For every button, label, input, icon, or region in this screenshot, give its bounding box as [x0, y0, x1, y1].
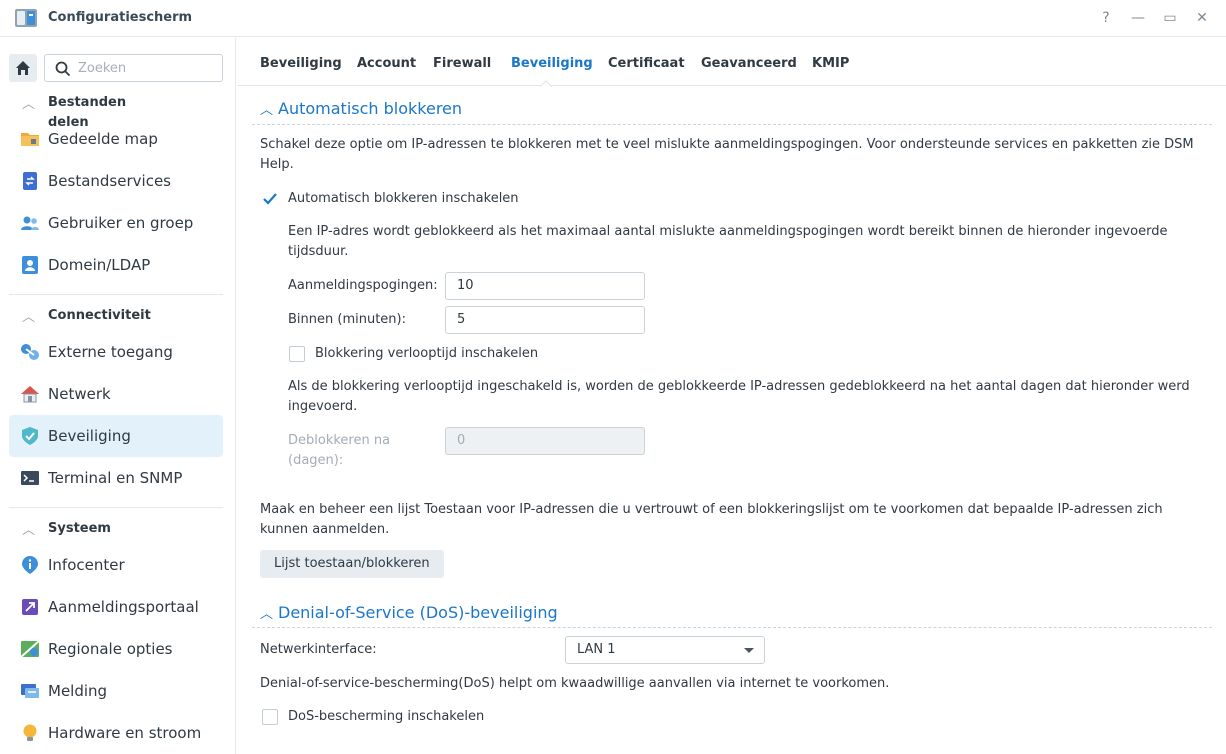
tab-kmip[interactable]: KMIP [812, 56, 849, 71]
close-icon[interactable]: ✕ [1192, 8, 1212, 28]
auto-block-checkbox[interactable] [262, 191, 278, 207]
network-interface-select[interactable]: LAN 1 [565, 636, 765, 664]
sidebar-item-shared-folder[interactable]: Gedeelde map [9, 118, 223, 160]
sidebar-item-notification[interactable]: Melding [9, 670, 223, 712]
home-button[interactable] [9, 54, 37, 82]
allow-block-list-description: Maak en beheer een lijst Toestaan voor I… [260, 502, 1163, 537]
sidebar-divider [9, 294, 223, 295]
sidebar-item-security[interactable]: Beveiliging [9, 415, 223, 457]
allow-block-list-button[interactable]: Lijst toestaan/blokkeren [260, 550, 444, 578]
sidebar-item-hardware-power[interactable]: Hardware en stroom [9, 712, 223, 754]
sidebar-item-domain-ldap[interactable]: Domein/LDAP [9, 244, 223, 286]
attempts-label: Aanmeldingspogingen: [288, 278, 438, 293]
external-access-icon [21, 344, 39, 360]
search-icon [55, 61, 71, 77]
chevron-up-icon: ︿ [22, 97, 36, 112]
chevron-up-icon: ︿ [22, 310, 36, 325]
regional-options-icon [20, 640, 40, 658]
within-minutes-field[interactable]: 5 [445, 306, 645, 334]
shield-icon [22, 427, 38, 445]
notification-icon [21, 684, 39, 698]
active-tab-caret [540, 80, 552, 87]
section-header-system[interactable]: ︿ Systeem [22, 519, 111, 538]
expire-checkbox[interactable] [289, 346, 305, 362]
tab-certificate[interactable]: Certificaat [608, 56, 685, 71]
chevron-up-icon: ︿ [260, 607, 274, 622]
network-interface-label: Netwerkinterface: [260, 642, 377, 657]
title-bar: Configuratiescherm ? — ▭ ✕ [0, 0, 1226, 37]
main-content: Beveiliging Account Firewall Beveiliging… [237, 38, 1226, 754]
search-input[interactable]: Zoeken [44, 54, 223, 82]
group-header-auto-block[interactable]: ︿ Automatisch blokkeren [260, 99, 462, 118]
sidebar-item-terminal-snmp[interactable]: Terminal en SNMP [9, 457, 223, 499]
lightbulb-icon [23, 724, 37, 741]
terminal-icon [21, 471, 39, 485]
search-placeholder: Zoeken [78, 61, 127, 76]
minimize-icon[interactable]: — [1128, 8, 1148, 28]
group-header-dos[interactable]: ︿ Denial-of-Service (DoS)-beveiliging [260, 603, 558, 622]
sidebar-item-external-access[interactable]: Externe toegang [9, 331, 223, 373]
tab-advanced[interactable]: Geavanceerd [701, 56, 797, 71]
sidebar-item-login-portal[interactable]: Aanmeldingsportaal [9, 586, 223, 628]
sidebar-item-infocenter[interactable]: Infocenter [9, 544, 223, 586]
attempts-field[interactable]: 10 [445, 272, 645, 300]
domain-icon [22, 256, 38, 274]
group-divider [252, 124, 1212, 125]
maximize-icon[interactable]: ▭ [1160, 8, 1180, 28]
help-icon[interactable]: ? [1096, 8, 1116, 28]
info-icon [22, 556, 38, 574]
sidebar-item-user-group[interactable]: Gebruiker en groep [9, 202, 223, 244]
window-title: Configuratiescherm [48, 10, 193, 25]
unblock-days-field[interactable]: 0 [445, 427, 645, 455]
tab-security-general[interactable]: Beveiliging [260, 56, 342, 71]
section-header-connectivity[interactable]: ︿ Connectiviteit [22, 306, 151, 325]
expire-label[interactable]: Blokkering verlooptijd inschakelen [315, 344, 538, 364]
within-minutes-label: Binnen (minuten): [288, 312, 406, 327]
network-interface-value: LAN 1 [577, 642, 616, 657]
tab-firewall[interactable]: Firewall [433, 56, 491, 71]
sidebar: Zoeken ︿ Bestanden delen Gedeelde map Bes… [0, 38, 236, 754]
tab-protection[interactable]: Beveiliging [511, 56, 593, 71]
users-icon [21, 216, 39, 230]
folder-icon [21, 133, 39, 146]
home-icon [16, 61, 30, 75]
auto-block-rule-text: Een IP-adres wordt geblokkeerd als het m… [288, 224, 1168, 259]
auto-block-label[interactable]: Automatisch blokkeren inschakelen [288, 189, 519, 209]
checkmark-icon [263, 193, 277, 205]
dos-description: Denial-of-service-bescherming(DoS) helpt… [260, 676, 890, 691]
sidebar-item-network[interactable]: Netwerk [9, 373, 223, 415]
dropdown-arrow-icon [744, 648, 754, 653]
auto-block-description: Schakel deze optie om IP-adressen te blo… [260, 137, 1194, 172]
group-divider [252, 627, 1212, 628]
dos-label[interactable]: DoS-bescherming inschakelen [288, 707, 484, 727]
expire-description: Als de blokkering verlooptijd ingeschake… [288, 379, 1190, 414]
sidebar-item-regional-options[interactable]: Regionale opties [9, 628, 223, 670]
chevron-up-icon: ︿ [22, 523, 36, 538]
tab-account[interactable]: Account [357, 56, 416, 71]
sidebar-divider [9, 507, 223, 508]
dos-checkbox[interactable] [262, 709, 278, 725]
section-header-files[interactable]: ︿ Bestanden delen [22, 93, 126, 130]
tab-bar: Beveiliging Account Firewall Beveiliging… [237, 38, 1226, 87]
unblock-days-label: Deblokkeren na (dagen): [288, 433, 391, 468]
file-services-icon [23, 172, 37, 190]
network-house-icon [21, 386, 39, 403]
control-panel-app-icon [15, 9, 37, 27]
chevron-up-icon: ︿ [260, 103, 274, 118]
sidebar-item-file-services[interactable]: Bestandservices [9, 160, 223, 202]
login-portal-icon [22, 599, 38, 615]
